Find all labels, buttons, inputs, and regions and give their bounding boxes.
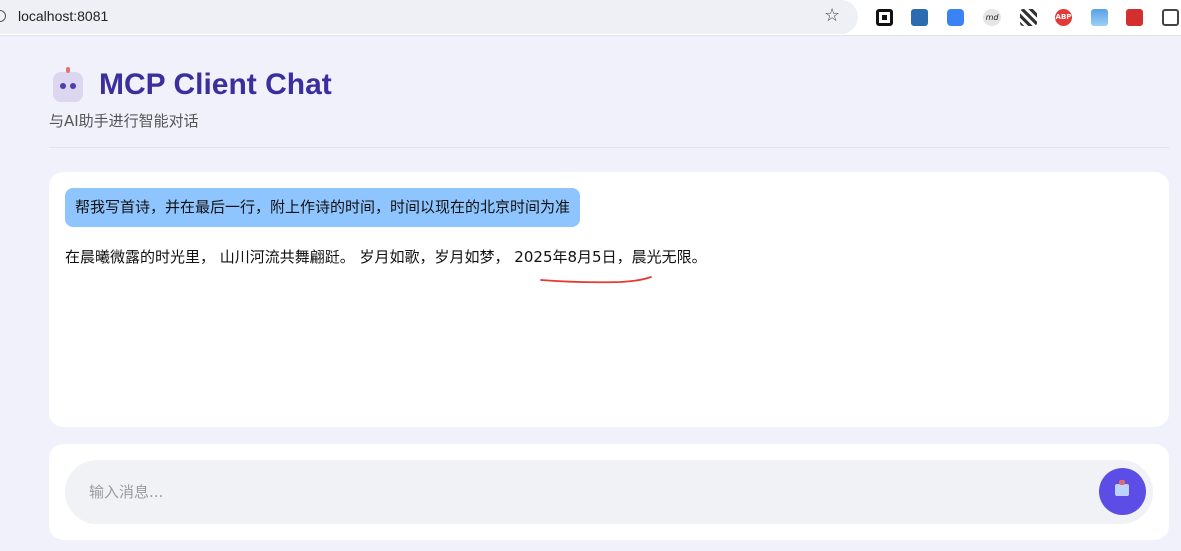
- assistant-message: 在晨曦微露的时光里， 山川河流共舞翩跹。 岁月如歌，岁月如梦， 2025年8月5…: [65, 248, 707, 266]
- extension-qrcode-icon[interactable]: [1020, 9, 1037, 26]
- extension-s-icon[interactable]: [911, 9, 928, 26]
- url-text[interactable]: localhost:8081: [18, 8, 108, 24]
- extension-card-icon[interactable]: [1091, 9, 1108, 26]
- extension-translate-icon[interactable]: [947, 9, 964, 26]
- bookmark-star-icon[interactable]: ☆: [824, 5, 840, 26]
- app-header: MCP Client Chat 与AI助手进行智能对话: [49, 66, 1169, 148]
- site-info-icon[interactable]: [0, 10, 6, 22]
- send-icon: [1115, 480, 1129, 496]
- extension-markdown-icon[interactable]: md: [983, 9, 1001, 26]
- robot-icon: [53, 67, 83, 102]
- address-bar[interactable]: localhost:8081 ☆: [0, 0, 858, 34]
- red-underline-annotation: [540, 276, 652, 284]
- extension-qr-frame-icon[interactable]: [876, 9, 893, 26]
- extension-adblock-icon[interactable]: ABP: [1055, 9, 1072, 26]
- extension-fe-icon[interactable]: [1126, 9, 1143, 26]
- browser-toolbar: localhost:8081 ☆ md ABP: [0, 0, 1181, 36]
- extensions-puzzle-icon[interactable]: [1162, 9, 1179, 26]
- message-input[interactable]: [65, 460, 1153, 524]
- page-subtitle: 与AI助手进行智能对话: [49, 112, 199, 130]
- user-message: 帮我写首诗，并在最后一行，附上作诗的时间，时间以现在的北京时间为准: [65, 188, 581, 227]
- page-title: MCP Client Chat: [99, 68, 332, 101]
- composer-panel: [49, 444, 1169, 540]
- chat-messages-panel: 帮我写首诗，并在最后一行，附上作诗的时间，时间以现在的北京时间为准 在晨曦微露的…: [49, 172, 1169, 427]
- send-button[interactable]: [1099, 468, 1146, 515]
